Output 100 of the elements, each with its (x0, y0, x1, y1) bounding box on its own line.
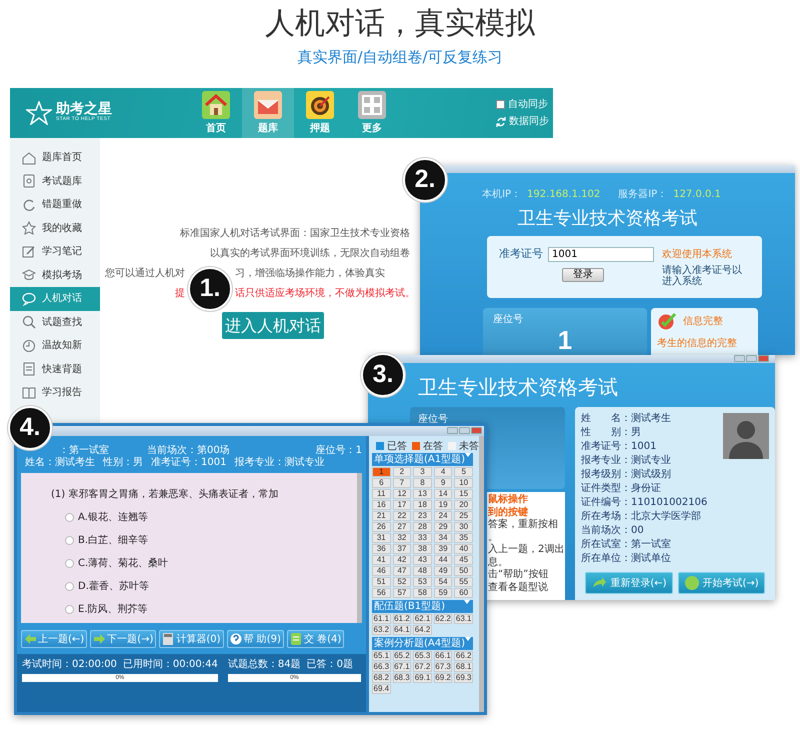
sidebar-item[interactable]: 试题查找 (10, 310, 100, 334)
sidebar-item[interactable]: 我的收藏 (10, 216, 100, 240)
question-number-button[interactable]: 1 (372, 467, 391, 477)
question-number-button[interactable]: 11 (372, 489, 391, 499)
question-number-button[interactable]: 29 (434, 522, 452, 532)
question-number-button[interactable]: 66.1 (434, 651, 452, 661)
question-number-button[interactable]: 62.1 (413, 614, 432, 624)
question-number-button[interactable]: 9 (434, 478, 452, 488)
sidebar-item[interactable]: 考试题库 (10, 170, 100, 193)
question-number-button[interactable]: 65.3 (413, 651, 432, 661)
question-number-button[interactable]: 47 (392, 566, 412, 576)
question-number-button[interactable]: 36 (372, 544, 391, 554)
question-number-button[interactable]: 46 (372, 566, 391, 576)
question-number-button[interactable]: 68.3 (392, 673, 412, 683)
close-button[interactable] (758, 355, 769, 362)
question-number-button[interactable]: 67.3 (434, 662, 452, 672)
answer-option[interactable]: A.银花、连翘等 (65, 510, 357, 525)
maximize-button[interactable] (459, 427, 470, 434)
question-number-button[interactable]: 39 (434, 544, 452, 554)
question-number-button[interactable]: 40 (454, 544, 473, 554)
question-number-button[interactable]: 41 (372, 555, 391, 565)
radio-button[interactable] (65, 513, 74, 522)
question-number-button[interactable]: 21 (372, 511, 391, 521)
question-number-button[interactable]: 26 (372, 522, 391, 532)
question-number-button[interactable]: 44 (434, 555, 452, 565)
question-number-button[interactable]: 5 (454, 467, 473, 477)
question-number-button[interactable]: 69.1 (413, 673, 432, 683)
question-number-button[interactable]: 63.1 (454, 614, 473, 624)
question-number-button[interactable]: 22 (392, 511, 412, 521)
login-button[interactable]: 登录 (562, 268, 604, 282)
sidebar-item[interactable]: 错题重做 (10, 193, 100, 216)
question-number-button[interactable]: 50 (454, 566, 473, 576)
question-number-button[interactable]: 13 (413, 489, 432, 499)
enter-button[interactable]: 进入人机对话 (222, 312, 324, 339)
sidebar-item[interactable]: 学习笔记 (10, 240, 100, 264)
question-number-button[interactable]: 54 (434, 577, 452, 587)
section-header[interactable]: 配伍题(B1型题) (372, 600, 473, 613)
question-number-button[interactable]: 12 (392, 489, 412, 499)
question-number-button[interactable]: 56 (372, 588, 391, 598)
minimize-button[interactable] (734, 355, 745, 362)
id-input-field[interactable]: 1001 (548, 246, 654, 262)
question-number-button[interactable]: 33 (413, 533, 432, 543)
question-number-button[interactable]: 31 (372, 533, 391, 543)
question-number-button[interactable]: 69.4 (372, 684, 391, 694)
answer-option[interactable]: B.白芷、细辛等 (65, 533, 357, 548)
question-number-button[interactable]: 58 (413, 588, 432, 598)
question-number-button[interactable]: 14 (434, 489, 452, 499)
radio-button[interactable] (65, 605, 74, 614)
question-number-button[interactable]: 38 (413, 544, 432, 554)
question-number-button[interactable]: 68.2 (372, 673, 391, 683)
question-number-button[interactable]: 25 (454, 511, 473, 521)
question-number-button[interactable]: 59 (434, 588, 452, 598)
question-number-button[interactable]: 34 (434, 533, 452, 543)
answer-option[interactable]: D.藿香、苏叶等 (65, 579, 357, 594)
answer-option[interactable]: E.防风、荆芥等 (65, 602, 357, 617)
question-number-button[interactable]: 4 (434, 467, 452, 477)
question-number-button[interactable]: 61.1 (372, 614, 391, 624)
sidebar-item[interactable]: 学习报告 (10, 381, 100, 404)
question-number-button[interactable]: 43 (413, 555, 432, 565)
question-number-button[interactable]: 20 (454, 500, 473, 510)
question-number-button[interactable]: 57 (392, 588, 412, 598)
radio-button[interactable] (65, 582, 74, 591)
sidebar-item[interactable]: 温故知新 (10, 334, 100, 358)
question-number-button[interactable]: 30 (454, 522, 473, 532)
question-number-button[interactable]: 18 (413, 500, 432, 510)
section-header[interactable]: 案例分析题(A4型题) (372, 637, 473, 650)
question-number-button[interactable]: 19 (434, 500, 452, 510)
answer-option[interactable]: C.薄荷、菊花、桑叶 (65, 556, 357, 571)
question-number-button[interactable]: 67.2 (413, 662, 432, 672)
question-number-button[interactable]: 10 (454, 478, 473, 488)
question-number-button[interactable]: 8 (413, 478, 432, 488)
maximize-button[interactable] (746, 355, 757, 362)
question-number-button[interactable]: 53 (413, 577, 432, 587)
radio-button[interactable] (65, 536, 74, 545)
sidebar-item[interactable]: 模拟考场 (10, 264, 100, 287)
question-number-button[interactable]: 63.2 (372, 625, 391, 635)
question-number-button[interactable]: 27 (392, 522, 412, 532)
question-number-button[interactable]: 35 (454, 533, 473, 543)
question-number-button[interactable]: 49 (434, 566, 452, 576)
question-number-button[interactable]: 15 (454, 489, 473, 499)
question-number-button[interactable]: 42 (392, 555, 412, 565)
question-number-button[interactable]: 48 (413, 566, 432, 576)
question-number-button[interactable]: 32 (392, 533, 412, 543)
question-number-button[interactable]: 52 (392, 577, 412, 587)
question-number-button[interactable]: 55 (454, 577, 473, 587)
question-number-button[interactable]: 69.2 (434, 673, 452, 683)
question-number-button[interactable]: 45 (454, 555, 473, 565)
question-number-button[interactable]: 69.3 (454, 673, 473, 683)
question-number-button[interactable]: 24 (434, 511, 452, 521)
question-number-button[interactable]: 61.2 (392, 614, 412, 624)
question-number-button[interactable]: 51 (372, 577, 391, 587)
question-number-button[interactable]: 6 (372, 478, 391, 488)
section-header[interactable]: 单项选择题(A1型题) (372, 453, 473, 466)
question-number-button[interactable]: 2 (392, 467, 412, 477)
question-number-button[interactable]: 62.2 (434, 614, 452, 624)
sidebar-item[interactable]: 快速背题 (10, 358, 100, 381)
question-number-button[interactable]: 65.1 (372, 651, 391, 661)
question-number-button[interactable]: 68.1 (454, 662, 473, 672)
sidebar-item[interactable]: 题库首页 (10, 146, 100, 170)
question-number-button[interactable]: 65.2 (392, 651, 412, 661)
